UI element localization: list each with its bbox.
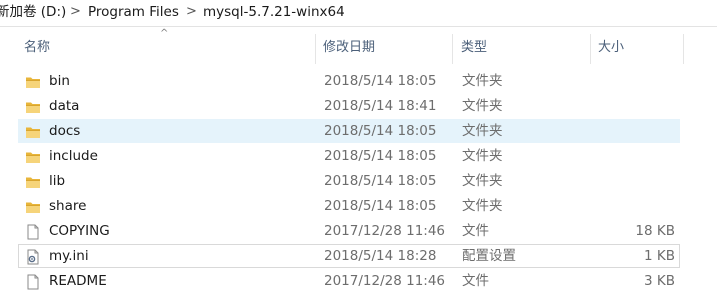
file-row[interactable]: docs 2018/5/14 18:05 文件夹 [18, 119, 680, 143]
column-header-date[interactable]: 修改日期 [323, 38, 375, 58]
column-divider[interactable] [683, 34, 684, 64]
breadcrumb-item-mysql[interactable]: mysql-5.7.21-winx64 [203, 2, 345, 22]
file-modified-date: 2018/5/14 18:05 [324, 173, 437, 189]
file-name: COPYING [49, 223, 110, 239]
breadcrumb-separator-icon[interactable]: > [70, 2, 81, 22]
sort-ascending-icon: ^ [160, 28, 169, 39]
file-type: 文件夹 [462, 98, 503, 114]
file-type: 文件夹 [462, 73, 503, 89]
column-divider[interactable] [452, 34, 453, 64]
settings-file-icon [25, 249, 41, 265]
file-modified-date: 2018/5/14 18:28 [324, 248, 437, 264]
folder-icon [25, 149, 41, 165]
file-row[interactable]: COPYING 2017/12/28 11:46 文件 18 KB [18, 219, 680, 243]
file-row[interactable]: share 2018/5/14 18:05 文件夹 [18, 194, 680, 218]
folder-icon [25, 199, 41, 215]
file-type: 配置设置 [462, 248, 516, 264]
breadcrumb: 新加卷 (D:) > Program Files > mysql-5.7.21-… [0, 0, 717, 27]
file-row[interactable]: bin 2018/5/14 18:05 文件夹 [18, 69, 680, 93]
file-name: my.ini [49, 248, 89, 264]
column-divider[interactable] [315, 34, 316, 64]
file-size: 18 KB [635, 223, 675, 239]
file-row[interactable]: include 2018/5/14 18:05 文件夹 [18, 144, 680, 168]
file-name: lib [49, 173, 66, 189]
file-type: 文件 [462, 223, 489, 239]
file-modified-date: 2017/12/28 11:46 [324, 273, 446, 289]
file-name: README [49, 273, 107, 289]
column-header-row: ^ 名称 修改日期 类型 大小 [0, 28, 717, 64]
file-size: 3 KB [644, 273, 675, 289]
file-icon [25, 224, 41, 240]
file-type: 文件夹 [462, 148, 503, 164]
file-modified-date: 2017/12/28 11:46 [324, 223, 446, 239]
folder-icon [25, 124, 41, 140]
file-modified-date: 2018/5/14 18:41 [324, 98, 437, 114]
file-type: 文件 [462, 273, 489, 289]
column-header-size[interactable]: 大小 [598, 38, 624, 58]
file-row[interactable]: data 2018/5/14 18:41 文件夹 [18, 94, 680, 118]
file-type: 文件夹 [462, 123, 503, 139]
file-name: share [49, 198, 87, 214]
file-name: docs [49, 123, 81, 139]
column-header-name[interactable]: 名称 [24, 38, 50, 58]
file-modified-date: 2018/5/14 18:05 [324, 123, 437, 139]
file-name: data [49, 98, 80, 114]
file-modified-date: 2018/5/14 18:05 [324, 73, 437, 89]
folder-icon [25, 74, 41, 90]
breadcrumb-item-program-files[interactable]: Program Files [88, 2, 179, 22]
file-size: 1 KB [644, 248, 675, 264]
folder-icon [25, 174, 41, 190]
file-row[interactable]: lib 2018/5/14 18:05 文件夹 [18, 169, 680, 193]
column-header-type[interactable]: 类型 [461, 38, 487, 58]
file-icon [25, 274, 41, 290]
file-name: include [49, 148, 98, 164]
file-type: 文件夹 [462, 173, 503, 189]
column-divider[interactable] [590, 34, 591, 64]
file-type: 文件夹 [462, 198, 503, 214]
breadcrumb-separator-icon[interactable]: > [186, 2, 197, 22]
folder-icon [25, 99, 41, 115]
file-modified-date: 2018/5/14 18:05 [324, 198, 437, 214]
file-name: bin [49, 73, 70, 89]
breadcrumb-item-drive[interactable]: 新加卷 (D:) [0, 2, 66, 22]
file-row[interactable]: README 2017/12/28 11:46 文件 3 KB [18, 269, 680, 293]
file-row[interactable]: my.ini 2018/5/14 18:28 配置设置 1 KB [18, 244, 680, 268]
file-modified-date: 2018/5/14 18:05 [324, 148, 437, 164]
